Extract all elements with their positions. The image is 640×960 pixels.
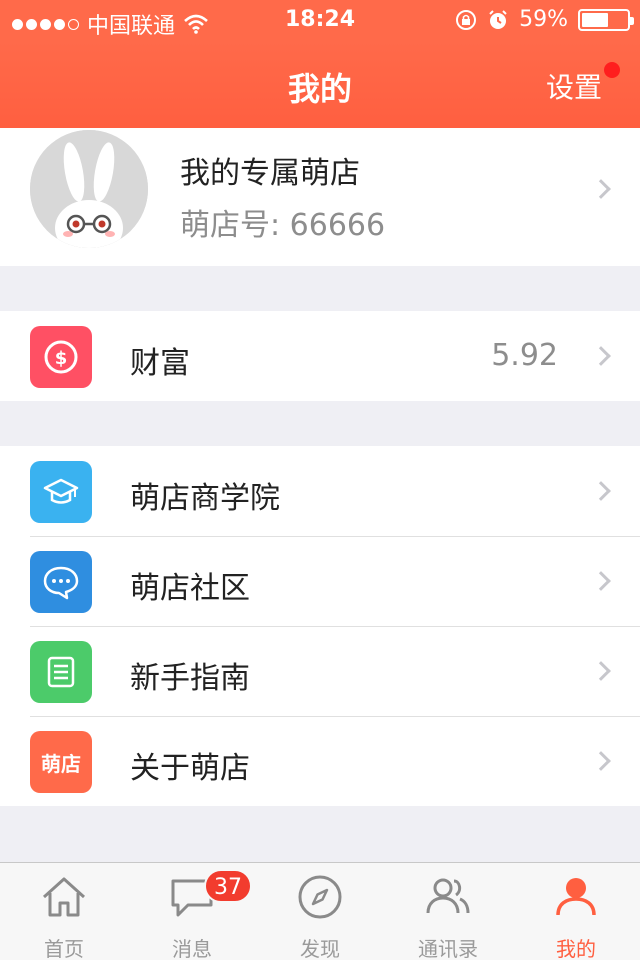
home-icon bbox=[42, 877, 86, 917]
graduation-cap-icon bbox=[30, 461, 92, 523]
menu-group: 萌店商学院 萌店社区 新手指南 萌店 关于萌店 bbox=[0, 446, 640, 806]
dollar-icon: $ bbox=[30, 326, 92, 388]
shop-name: 我的专属萌店 bbox=[180, 156, 360, 191]
menu-item-about[interactable]: 萌店 关于萌店 bbox=[0, 716, 640, 806]
menu-item-beginner-guide[interactable]: 新手指南 bbox=[0, 626, 640, 716]
chat-bubble-icon bbox=[30, 551, 92, 613]
chevron-right-icon bbox=[591, 179, 611, 199]
document-icon bbox=[30, 641, 92, 703]
battery-icon bbox=[578, 8, 634, 31]
chevron-right-icon bbox=[591, 481, 611, 501]
notification-dot bbox=[604, 62, 620, 78]
wealth-row[interactable]: $ 财富 5.92 bbox=[0, 311, 640, 401]
tab-messages[interactable]: 37 消息 bbox=[128, 863, 256, 960]
tab-label: 发现 bbox=[300, 937, 340, 960]
wealth-label: 财富 bbox=[130, 346, 190, 381]
compass-icon bbox=[298, 875, 342, 919]
tab-label: 通讯录 bbox=[418, 937, 478, 960]
rotation-lock-icon bbox=[456, 9, 477, 30]
menu-item-label: 关于萌店 bbox=[130, 751, 250, 786]
tab-contacts[interactable]: 通讯录 bbox=[384, 863, 512, 960]
settings-button[interactable]: 设置 bbox=[546, 66, 602, 106]
alarm-icon bbox=[489, 9, 507, 29]
menu-item-business-school[interactable]: 萌店商学院 bbox=[0, 446, 640, 536]
shop-id: 萌店号: 66666 bbox=[180, 208, 386, 243]
chevron-right-icon bbox=[591, 346, 611, 366]
tab-label: 我的 bbox=[556, 937, 596, 960]
menu-item-label: 新手指南 bbox=[130, 661, 250, 696]
page-title: 我的 bbox=[287, 70, 352, 108]
wealth-group: $ 财富 5.92 bbox=[0, 311, 640, 401]
tab-me[interactable]: 我的 bbox=[512, 863, 640, 960]
brand-logo-icon: 萌店 bbox=[30, 731, 92, 793]
tab-label: 消息 bbox=[172, 937, 212, 960]
menu-item-community[interactable]: 萌店社区 bbox=[0, 536, 640, 626]
menu-item-label: 萌店商学院 bbox=[130, 481, 280, 516]
nav-bar: 我的 设置 bbox=[0, 40, 640, 128]
chevron-right-icon bbox=[591, 661, 611, 681]
tab-home[interactable]: 首页 bbox=[0, 863, 128, 960]
person-icon bbox=[556, 878, 596, 916]
contacts-icon bbox=[426, 878, 470, 914]
menu-item-label: 萌店社区 bbox=[130, 571, 250, 606]
unread-badge: 37 bbox=[204, 869, 252, 903]
battery-percent: 59% bbox=[519, 7, 568, 32]
svg-text:$: $ bbox=[55, 348, 68, 369]
battery-level bbox=[582, 12, 608, 27]
avatar[interactable] bbox=[30, 130, 148, 248]
brand-logo-text: 萌店 bbox=[41, 751, 81, 776]
tab-discover[interactable]: 发现 bbox=[256, 863, 384, 960]
tab-label: 首页 bbox=[44, 937, 84, 960]
tab-bar: 首页 37 消息 发现 通讯录 我的 bbox=[0, 862, 640, 960]
status-right: 59% bbox=[455, 7, 634, 32]
chevron-right-icon bbox=[591, 751, 611, 771]
profile-card[interactable]: 我的专属萌店 萌店号: 66666 bbox=[0, 128, 640, 266]
status-bar: 中国联通 18:24 59% bbox=[0, 0, 640, 40]
rabbit-avatar-icon bbox=[30, 130, 148, 248]
chevron-right-icon bbox=[591, 571, 611, 591]
wealth-value: 5.92 bbox=[491, 338, 558, 373]
